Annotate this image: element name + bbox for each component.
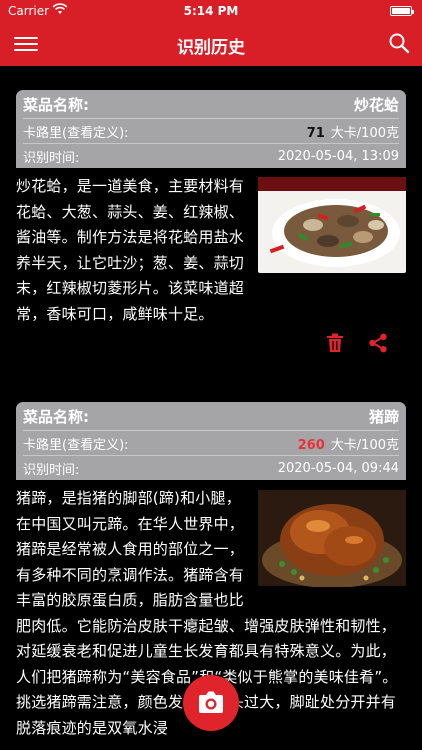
calorie-definition-link[interactable]: 卡路里(查看定义):	[23, 434, 129, 453]
calorie-definition-link[interactable]: 卡路里(查看定义):	[23, 122, 129, 141]
recognition-time: 2020-05-04, 09:44	[277, 460, 399, 476]
record-actions	[16, 327, 406, 363]
calorie-value-group: 71 大卡/100克	[307, 122, 399, 141]
record-header: 菜品名称: 猪蹄 卡路里(查看定义): 260 大卡/100克 识别时间: 202…	[16, 402, 406, 480]
dish-photo	[258, 490, 406, 587]
top-bar: Carrier 5:14 PM 识别历史	[0, 0, 422, 66]
dish-description-block: 炒花蛤，是一道美食，主要材料有花蛤、大葱、蒜头、姜、红辣椒、酱油等。制作方法是将…	[16, 174, 406, 327]
recognition-time-label: 识别时间:	[23, 150, 80, 166]
dish-description: 炒花蛤，是一道美食，主要材料有花蛤、大葱、蒜头、姜、红辣椒、酱油等。制作方法是将…	[16, 177, 245, 323]
trash-icon[interactable]	[326, 333, 344, 353]
page-title: 识别历史	[177, 38, 245, 58]
calorie-unit: 大卡/100克	[330, 437, 399, 453]
calorie-value-group: 260 大卡/100克	[298, 434, 399, 453]
dish-photo	[258, 177, 406, 273]
battery-icon	[390, 6, 414, 16]
camera-icon	[199, 691, 223, 713]
dish-name: 炒花蛤	[353, 95, 399, 114]
recognition-time-label: 识别时间:	[23, 462, 80, 478]
dish-name-label: 菜品名称:	[23, 95, 89, 114]
calorie-value: 71	[306, 125, 325, 141]
record-header: 菜品名称: 炒花蛤 卡路里(查看定义): 71 大卡/100克 识别时间: 202…	[16, 90, 406, 168]
status-bar: Carrier 5:14 PM	[0, 0, 422, 22]
record-card[interactable]: 菜品名称: 炒花蛤 卡路里(查看定义): 71 大卡/100克 识别时间: 202…	[16, 90, 406, 363]
calorie-value: 260	[297, 437, 325, 453]
dish-name: 猪蹄	[368, 407, 399, 426]
search-icon[interactable]	[388, 32, 410, 54]
share-icon[interactable]	[368, 333, 388, 353]
dish-name-label: 菜品名称:	[23, 407, 89, 426]
recognition-time: 2020-05-04, 13:09	[277, 148, 399, 164]
status-time: 5:14 PM	[183, 4, 239, 18]
calorie-unit: 大卡/100克	[330, 125, 399, 141]
camera-button[interactable]	[183, 675, 239, 731]
